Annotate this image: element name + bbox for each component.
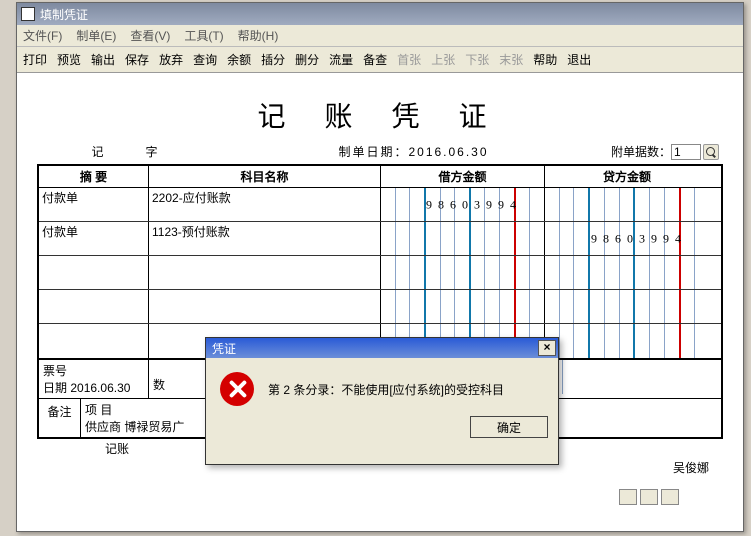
cell-subject[interactable]: 2202-应付账款 — [149, 188, 381, 221]
hdr-credit: 贷方金额 — [545, 166, 709, 187]
menu-make[interactable]: 制单(E) — [76, 27, 116, 44]
attach-input[interactable] — [671, 144, 701, 160]
menu-help[interactable]: 帮助(H) — [238, 27, 279, 44]
ok-button[interactable]: 确定 — [470, 416, 548, 438]
voucher-grid: 摘 要 科目名称 借方金额 贷方金额 付款单2202-应付账款98603994付… — [37, 164, 723, 360]
dialog-title: 凭证 — [212, 340, 236, 357]
hdr-debit: 借方金额 — [381, 166, 545, 187]
error-dialog: 凭证 × 第 2 条分录：不能使用[应付系统]的受控科目 确定 — [205, 337, 559, 465]
tool-帮助[interactable]: 帮助 — [533, 51, 557, 68]
make-date: 制单日期：2016.06.30 — [338, 143, 488, 160]
tool-余额[interactable]: 余额 — [227, 51, 251, 68]
menu-tools[interactable]: 工具(T) — [184, 27, 223, 44]
search-icon[interactable] — [703, 144, 719, 160]
toolbar: 打印预览输出保存放弃查询余额插分删分流量备查首张上张下张末张帮助退出 — [17, 47, 743, 73]
error-icon — [220, 372, 254, 406]
remark-label: 备注 — [39, 399, 81, 437]
table-row[interactable] — [39, 290, 721, 324]
mini-toolbar — [616, 489, 679, 505]
tool-输出[interactable]: 输出 — [91, 51, 115, 68]
tool-上张: 上张 — [431, 51, 455, 68]
doc-title: 记 账 凭 证 — [37, 95, 723, 135]
hdr-summary: 摘 要 — [39, 166, 149, 187]
tool-删分[interactable]: 删分 — [295, 51, 319, 68]
tool-保存[interactable]: 保存 — [125, 51, 149, 68]
cell-subject[interactable] — [149, 256, 381, 289]
tool-预览[interactable]: 预览 — [57, 51, 81, 68]
cell-subject[interactable]: 1123-预付账款 — [149, 222, 381, 255]
tool-查询[interactable]: 查询 — [193, 51, 217, 68]
dialog-message: 第 2 条分录：不能使用[应付系统]的受控科目 — [268, 381, 504, 398]
bill-block: 票号 日期 2016.06.30 — [39, 360, 149, 398]
app-icon — [21, 7, 35, 21]
tool-插分[interactable]: 插分 — [261, 51, 285, 68]
mini-icon-1[interactable] — [619, 489, 637, 505]
tool-首张: 首张 — [397, 51, 421, 68]
tool-下张: 下张 — [465, 51, 489, 68]
tool-放弃[interactable]: 放弃 — [159, 51, 183, 68]
cell-summary[interactable] — [39, 324, 149, 358]
word-label: 记 字 — [41, 143, 216, 160]
table-row[interactable]: 付款单2202-应付账款98603994 — [39, 188, 721, 222]
dialog-titlebar[interactable]: 凭证 × — [206, 338, 558, 358]
cell-summary[interactable]: 付款单 — [39, 188, 149, 221]
cell-summary[interactable]: 付款单 — [39, 222, 149, 255]
menu-view[interactable]: 查看(V) — [130, 27, 170, 44]
hdr-subject: 科目名称 — [149, 166, 381, 187]
table-row[interactable]: 付款单1123-预付账款98603994 — [39, 222, 721, 256]
cell-subject[interactable] — [149, 290, 381, 323]
mini-icon-3[interactable] — [661, 489, 679, 505]
cell-summary[interactable] — [39, 256, 149, 289]
close-icon[interactable]: × — [538, 340, 556, 356]
table-row[interactable] — [39, 256, 721, 290]
window-title: 填制凭证 — [40, 6, 88, 23]
tool-末张: 末张 — [499, 51, 523, 68]
mini-icon-2[interactable] — [640, 489, 658, 505]
grid-header: 摘 要 科目名称 借方金额 贷方金额 — [39, 166, 721, 188]
attach-count: 附单据数： — [611, 143, 719, 160]
menu-file[interactable]: 文件(F) — [23, 27, 62, 44]
menubar: 文件(F) 制单(E) 查看(V) 工具(T) 帮助(H) — [17, 25, 743, 47]
titlebar[interactable]: 填制凭证 — [17, 3, 743, 25]
tool-退出[interactable]: 退出 — [567, 51, 591, 68]
grid-rows: 付款单2202-应付账款98603994付款单1123-预付账款98603994 — [39, 188, 721, 358]
dialog-content: 第 2 条分录：不能使用[应付系统]的受控科目 — [206, 358, 558, 412]
tool-打印[interactable]: 打印 — [23, 51, 47, 68]
tool-流量[interactable]: 流量 — [329, 51, 353, 68]
tool-备查[interactable]: 备查 — [363, 51, 387, 68]
cell-summary[interactable] — [39, 290, 149, 323]
dialog-buttons: 确定 — [206, 412, 558, 442]
doc-meta: 记 字 制单日期：2016.06.30 附单据数： — [37, 143, 723, 164]
